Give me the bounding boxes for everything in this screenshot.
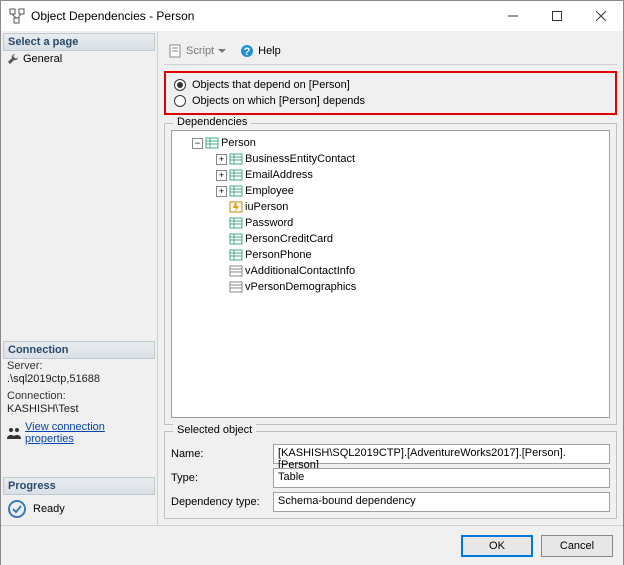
view-connection-properties[interactable]: View connection properties (3, 419, 155, 447)
sidebar: Select a page General Connection Server:… (1, 31, 158, 525)
script-button[interactable]: Script (186, 45, 214, 57)
tree-node-label: vPersonDemographics (245, 281, 356, 293)
tree-node-label: PersonCreditCard (245, 233, 333, 245)
wrench-icon (7, 53, 19, 65)
progress-header: Progress (3, 477, 155, 495)
tree-node-label: iuPerson (245, 201, 288, 213)
main-panel: Script ? Help Objects that depend on [Pe… (158, 31, 623, 525)
object-icon (229, 280, 243, 294)
tree-node[interactable]: + Employee (174, 183, 607, 199)
help-icon: ? (240, 44, 254, 58)
cancel-button[interactable]: Cancel (541, 535, 613, 557)
name-field[interactable]: [KASHISH\SQL2019CTP].[AdventureWorks2017… (273, 444, 610, 464)
people-icon (7, 427, 21, 439)
dependencies-group: Dependencies − Person +BusinessEntityCon… (164, 123, 617, 425)
svg-text:?: ? (244, 46, 251, 58)
minimize-button[interactable] (491, 1, 535, 31)
progress-status: Ready (3, 495, 155, 523)
tree-node-label: PersonPhone (245, 249, 312, 261)
tree-node[interactable]: iuPerson (174, 199, 607, 215)
tree-node[interactable]: + BusinessEntityContact (174, 151, 607, 167)
expand-icon[interactable]: + (216, 186, 227, 197)
tree-node[interactable]: PersonCreditCard (174, 231, 607, 247)
type-field[interactable]: Table (273, 468, 610, 488)
radio-depends-which[interactable]: Objects on which [Person] depends (174, 93, 607, 109)
object-icon (229, 200, 243, 214)
dropdown-icon[interactable] (218, 47, 226, 55)
tree-root[interactable]: − Person (174, 135, 607, 151)
dependency-tree[interactable]: − Person + BusinessEntityContact + EmailAdd… (171, 130, 610, 418)
content: Select a page General Connection Server:… (1, 31, 623, 525)
radio-icon (174, 95, 186, 107)
close-button[interactable] (579, 1, 623, 31)
footer: OK Cancel (1, 525, 623, 565)
tree-node[interactable]: vAdditionalContactInfo (174, 263, 607, 279)
nav-general[interactable]: General (3, 51, 155, 67)
tree-node[interactable]: vPersonDemographics (174, 279, 607, 295)
object-icon (229, 216, 243, 230)
server-label: Server: (3, 359, 155, 373)
titlebar: Object Dependencies - Person (1, 1, 623, 31)
server-value: .\sql2019ctp,51688 (3, 373, 155, 389)
connection-label: Connection: (3, 389, 155, 403)
expand-icon[interactable]: + (216, 154, 227, 165)
radio-icon (174, 79, 186, 91)
maximize-button[interactable] (535, 1, 579, 31)
dependencies-legend: Dependencies (173, 116, 251, 128)
object-icon (229, 248, 243, 262)
connection-value: KASHISH\Test (3, 403, 155, 419)
radio-depend-on-label: Objects that depend on [Person] (192, 79, 350, 91)
object-icon (229, 168, 243, 182)
tree-node-label: Employee (245, 185, 294, 197)
tree-node[interactable]: Password (174, 215, 607, 231)
view-connection-link[interactable]: View connection properties (25, 421, 151, 445)
type-label: Type: (171, 472, 269, 484)
dependency-mode-group: Objects that depend on [Person] Objects … (164, 71, 617, 115)
toolbar: Script ? Help (164, 37, 617, 65)
window-title: Object Dependencies - Person (31, 9, 491, 23)
table-icon (205, 136, 219, 150)
connection-header: Connection (3, 341, 155, 359)
object-icon (229, 152, 243, 166)
collapse-icon[interactable]: − (192, 138, 203, 149)
selected-object-group: Selected object Name: [KASHISH\SQL2019CT… (164, 431, 617, 519)
select-page-header: Select a page (3, 33, 155, 51)
tree-node-label: EmailAddress (245, 169, 313, 181)
script-icon (168, 44, 182, 58)
object-icon (229, 232, 243, 246)
help-button[interactable]: Help (258, 45, 281, 57)
tree-root-label: Person (221, 137, 256, 149)
radio-depends-which-label: Objects on which [Person] depends (192, 95, 365, 107)
deptype-label: Dependency type: (171, 496, 269, 508)
name-label: Name: (171, 448, 269, 460)
deptype-field[interactable]: Schema-bound dependency (273, 492, 610, 512)
tree-node[interactable]: + EmailAddress (174, 167, 607, 183)
selected-object-legend: Selected object (173, 424, 256, 436)
radio-depend-on[interactable]: Objects that depend on [Person] (174, 77, 607, 93)
nav-general-label: General (23, 53, 62, 65)
tree-node-label: Password (245, 217, 293, 229)
object-icon (229, 264, 243, 278)
tree-node[interactable]: PersonPhone (174, 247, 607, 263)
progress-text: Ready (33, 503, 65, 515)
object-icon (229, 184, 243, 198)
tree-node-label: vAdditionalContactInfo (245, 265, 355, 277)
ok-button[interactable]: OK (461, 535, 533, 557)
expand-icon[interactable]: + (216, 170, 227, 181)
check-icon (7, 499, 27, 519)
tree-node-label: BusinessEntityContact (245, 153, 355, 165)
dependencies-icon (9, 8, 25, 24)
